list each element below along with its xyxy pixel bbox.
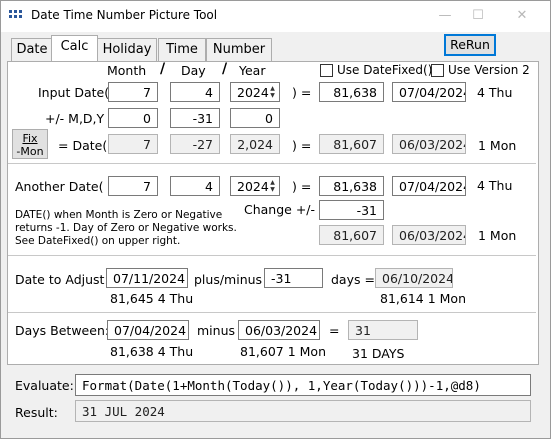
- input-serial-field[interactable]: 81,638: [319, 82, 384, 102]
- another-date-field[interactable]: 07/04/2024: [392, 176, 466, 196]
- fix-year-field: 2,024: [230, 134, 280, 154]
- fix-equals: ) =: [292, 138, 312, 153]
- another-date-label: Another Date(: [15, 179, 104, 194]
- header-slash-1: /: [160, 61, 166, 77]
- change-label: Change +/-: [244, 202, 316, 217]
- input-year-spinner[interactable]: 2024 ▲ ▼: [230, 82, 280, 102]
- between-sub-2: 81,607 1 Mon: [240, 344, 326, 359]
- note-line-1: DATE() when Month is Zero or Negative: [15, 209, 223, 221]
- evaluate-label: Evaluate:: [15, 378, 74, 393]
- another-serial-field[interactable]: 81,638: [319, 176, 384, 196]
- pm-year-field[interactable]: 0: [230, 108, 280, 128]
- maximize-button[interactable]: ☐: [463, 7, 493, 25]
- input-year-value: 2024: [237, 85, 269, 100]
- tab-time[interactable]: Time: [158, 38, 206, 61]
- tab-time-label: Time: [166, 42, 198, 57]
- tab-calc[interactable]: Calc: [51, 35, 98, 61]
- use-version2-label: Use Version 2: [448, 63, 530, 77]
- fix-mon-button[interactable]: Fix -Mon: [12, 129, 48, 159]
- fix-month-field: 7: [108, 134, 158, 154]
- between-date1-field[interactable]: 07/04/2024: [107, 320, 189, 340]
- pm-mdy-label: +/- M,D,Y: [45, 111, 105, 126]
- note-line-3: See DateFixed() on upper right.: [15, 235, 181, 247]
- tab-date-label: Date: [16, 42, 48, 57]
- between-result-field: 31: [348, 320, 418, 340]
- pm-day-field[interactable]: -31: [170, 108, 220, 128]
- result-label: Result:: [15, 405, 58, 420]
- result-field: 31 JUL 2024: [75, 400, 531, 422]
- fix-day-field: -27: [170, 134, 220, 154]
- another-equals: ) =: [292, 179, 312, 194]
- use-datefixed-label: Use DateFixed(): [337, 63, 433, 77]
- between-sub-3: 31 DAYS: [352, 346, 405, 361]
- change-field[interactable]: -31: [319, 200, 384, 220]
- input-date-label: Input Date(: [38, 85, 110, 100]
- evaluate-field[interactable]: Format(Date(1+Month(Today()), 1,Year(Tod…: [75, 374, 531, 396]
- adjust-date-field[interactable]: 07/11/2024: [106, 268, 188, 288]
- another-dow: 4 Thu: [477, 178, 513, 193]
- input-day-field[interactable]: 4: [170, 82, 220, 102]
- input-equals: ) =: [292, 85, 312, 100]
- window-title: Date Time Number Picture Tool: [31, 8, 218, 22]
- header-slash-2: /: [222, 61, 228, 77]
- input-month-field[interactable]: 7: [108, 82, 158, 102]
- tab-number[interactable]: Number: [206, 38, 272, 61]
- adjust-sub-right: 81,614 1 Mon: [380, 291, 466, 306]
- spin-arrows-icon[interactable]: ▲ ▼: [268, 179, 277, 193]
- month-header: Month: [107, 63, 147, 78]
- pm-month-field[interactable]: 0: [108, 108, 158, 128]
- separator-3: [8, 312, 536, 313]
- tab-calc-label: Calc: [60, 39, 89, 54]
- app-icon: [9, 10, 23, 22]
- tab-number-label: Number: [212, 42, 266, 57]
- tab-holiday[interactable]: Holiday: [97, 38, 157, 61]
- days-equals-label: days =: [331, 272, 375, 287]
- another-year-spinner[interactable]: 2024 ▲ ▼: [230, 176, 280, 196]
- fix-dow: 1 Mon: [478, 138, 517, 153]
- day-header: Day: [181, 63, 206, 78]
- adjust-sub-left: 81,645 4 Thu: [110, 291, 194, 306]
- adjust-result-field: 06/10/2024: [375, 268, 453, 288]
- days-between-label: Days Between:: [15, 323, 110, 338]
- minimize-button[interactable]: —: [430, 7, 460, 25]
- between-date2-field[interactable]: 06/03/2024: [238, 320, 320, 340]
- fix-mon-line1: Fix: [22, 132, 38, 145]
- change-serial-field: 81,607: [319, 225, 384, 245]
- note-line-2: returns -1. Day of Zero or Negative work…: [15, 222, 237, 234]
- adjust-days-field[interactable]: -31: [264, 268, 323, 288]
- tab-date[interactable]: Date: [11, 38, 53, 61]
- input-date-field[interactable]: 07/04/2024: [392, 82, 466, 102]
- year-header: Year: [239, 63, 266, 78]
- minus-label: minus: [197, 323, 236, 338]
- spin-arrows-icon[interactable]: ▲ ▼: [268, 85, 277, 99]
- between-equals: =: [329, 323, 340, 338]
- fix-date-field: 06/03/2024: [392, 134, 466, 154]
- separator-2: [8, 255, 536, 256]
- rerun-button[interactable]: ReRun: [444, 34, 496, 56]
- zero-negative-note: DATE() when Month is Zero or Negative re…: [15, 209, 237, 248]
- date-to-adjust-label: Date to Adjust:: [15, 272, 109, 287]
- fix-mon-line2: -Mon: [16, 145, 44, 158]
- change-date-field: 06/03/2024: [392, 225, 466, 245]
- close-button[interactable]: ✕: [507, 7, 537, 25]
- eq-date-label: = Date(: [58, 138, 108, 153]
- another-day-field[interactable]: 4: [170, 176, 220, 196]
- between-sub-1: 81,638 4 Thu: [110, 344, 194, 359]
- fix-serial-field: 81,607: [319, 134, 384, 154]
- input-dow: 4 Thu: [477, 85, 513, 100]
- plus-minus-label: plus/minus: [194, 272, 263, 287]
- separator-1: [8, 163, 536, 164]
- use-version2-checkbox[interactable]: [431, 64, 444, 77]
- tab-holiday-label: Holiday: [102, 42, 152, 57]
- use-datefixed-checkbox[interactable]: [320, 64, 333, 77]
- another-month-field[interactable]: 7: [108, 176, 158, 196]
- another-year-value: 2024: [237, 179, 269, 194]
- change-dow: 1 Mon: [478, 228, 517, 243]
